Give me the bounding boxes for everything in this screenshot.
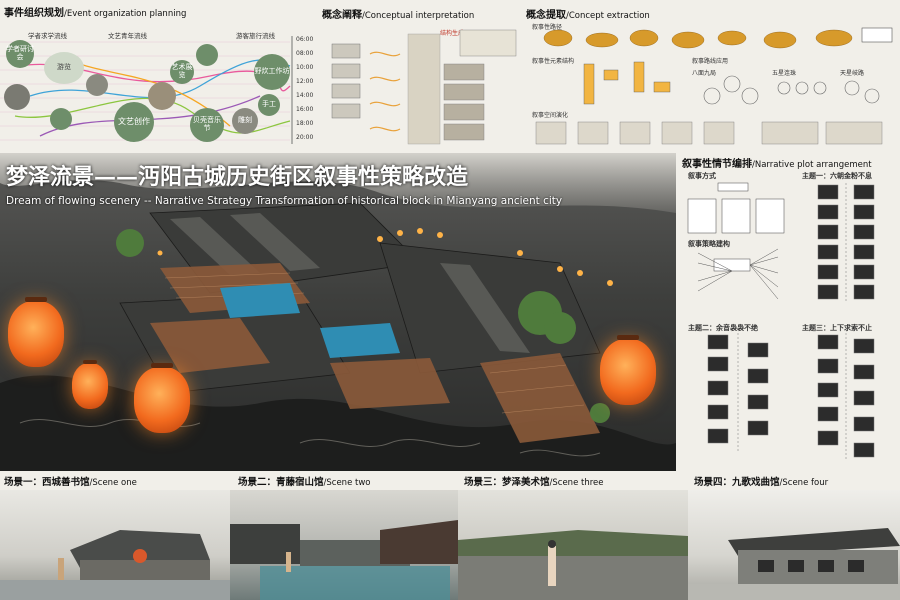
- scene-two-title-en: /Scene two: [323, 478, 371, 488]
- concept-extraction-panel: 概念提取/Concept extraction 叙事性路径 叙事性元素结构 叙事…: [522, 0, 900, 152]
- scene-four-title-en: /Scene four: [779, 478, 829, 488]
- axis-tick-16: 16:00: [296, 106, 314, 113]
- bubble-craft: 手工: [258, 94, 280, 116]
- scene-one-title: 场景一：西城善书馆/Scene one: [4, 474, 137, 488]
- concept-extraction-title-en: /Concept extraction: [566, 11, 650, 21]
- scene-four-title: 场景四：九歌戏曲馆/Scene four: [694, 474, 828, 488]
- concept-interpretation-title: 概念阐释/Conceptual interpretation: [322, 6, 474, 21]
- lantern-right: [600, 335, 656, 405]
- concept-sketches: [331, 29, 517, 145]
- lantern-left-large: [8, 297, 64, 367]
- scene-three-title: 场景三：梦泽美术馆/Scene three: [464, 474, 603, 488]
- scene-four-illustration: [688, 528, 900, 600]
- event-planning-title-en: /Event organization planning: [64, 9, 187, 19]
- event-planning-title-cn: 事件组织规划: [4, 8, 64, 19]
- event-planning-title: 事件组织规划/Event organization planning: [4, 4, 186, 19]
- bubble-picnic: 野炊工作坊: [254, 54, 290, 90]
- plot-diagrams: [687, 182, 875, 459]
- scene-three-render: [458, 490, 688, 600]
- bubble-seminar: 学者研讨会: [6, 40, 34, 68]
- scene-two-title-cn: 场景二：青藤宿山馆: [238, 477, 324, 488]
- bubble-shell-festival: 贝壳音乐节: [190, 108, 224, 142]
- bubble-sm1: [4, 84, 30, 110]
- scene-one-illustration: [0, 530, 230, 600]
- scene-three-title-cn: 场景三：梦泽美术馆: [464, 477, 550, 488]
- bubble-exhibit: 艺术展览: [170, 60, 194, 84]
- axis-tick-18: 18:00: [296, 120, 314, 127]
- concept-extraction-graphics: [535, 27, 893, 145]
- concept-extraction-title: 概念提取/Concept extraction: [526, 6, 650, 21]
- lantern-left-small: [72, 360, 108, 409]
- axis-tick-12: 12:00: [296, 78, 314, 85]
- lantern-left-mid: [134, 363, 190, 433]
- scene-two-title: 场景二：青藤宿山馆/Scene two: [238, 474, 370, 488]
- scene-four-title-cn: 场景四：九歌戏曲馆: [694, 477, 780, 488]
- scene-three-illustration: [458, 530, 688, 600]
- concept-interpretation-title-cn: 概念阐释: [322, 10, 362, 21]
- bubble-carve: 雕刻: [232, 108, 258, 134]
- scene-two-illustration: [230, 520, 458, 600]
- concept-extraction-title-cn: 概念提取: [526, 10, 566, 21]
- axis-tick-10: 10:00: [296, 64, 314, 71]
- scene-one-render: [0, 490, 230, 600]
- hero-title-cn: 梦泽流景——沔阳古城历史街区叙事性策略改造: [6, 164, 469, 190]
- bubble-sm2: [50, 108, 72, 130]
- scene-one-title-cn: 场景一：西城善书馆: [4, 477, 90, 488]
- scene-two-render: [230, 490, 458, 600]
- axis-tick-20: 20:00: [296, 134, 314, 141]
- bubble-sm4: [148, 82, 176, 110]
- scene-three-title-en: /Scene three: [549, 478, 604, 488]
- concept-interpretation-title-en: /Conceptual interpretation: [362, 11, 475, 21]
- scene-four-render: [688, 490, 900, 600]
- hero-title-en: Dream of flowing scenery -- Narrative St…: [6, 195, 563, 207]
- hero-render: 梦泽流景——沔阳古城历史街区叙事性策略改造 Dream of flowing s…: [0, 153, 676, 471]
- axis-tick-06: 06:00: [296, 36, 314, 43]
- plot-panel: 叙事性情节编排/Narrative plot arrangement 叙事方式 …: [678, 153, 900, 471]
- scene-one-title-en: /Scene one: [89, 478, 137, 488]
- bubble-tour: 游览: [44, 52, 84, 84]
- bubble-sm3: [86, 74, 108, 96]
- event-planning-panel: 事件组织规划/Event organization planning 学者求学流…: [0, 0, 318, 152]
- axis-tick-08: 08:00: [296, 50, 314, 57]
- concept-interpretation-panel: 概念阐释/Conceptual interpretation 结构生成: [320, 0, 520, 152]
- bubble-creation: 文艺创作: [114, 102, 154, 142]
- axis-tick-14: 14:00: [296, 92, 314, 99]
- bubble-sm5: [196, 44, 218, 66]
